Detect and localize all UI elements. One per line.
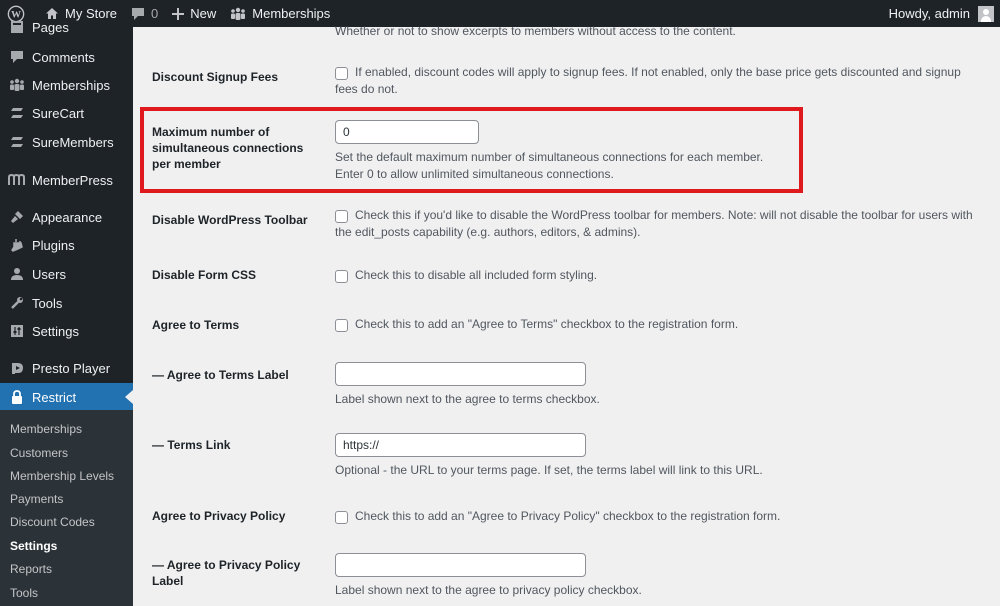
sidebar-item-label: Pages	[32, 19, 69, 35]
memberships-label: Memberships	[252, 6, 331, 21]
memberships-group-icon	[231, 7, 246, 20]
submenu-item-tools[interactable]: Tools	[10, 586, 38, 600]
agree-terms-description: Check this to add an "Agree to Terms" ch…	[355, 317, 739, 331]
new-content-button[interactable]: New	[165, 0, 223, 27]
account-menu[interactable]: Howdy, admin	[882, 0, 1000, 27]
sidebar-item-appearance[interactable]: Appearance	[0, 203, 133, 231]
agree-privacy-label-field-label: — Agree to Privacy Policy Label	[152, 558, 301, 588]
sidebar-item-plugins[interactable]: Plugins	[0, 231, 133, 259]
sidebar-item-comments[interactable]: Comments	[0, 43, 133, 71]
plugins-icon	[0, 238, 30, 252]
sidebar-item-users[interactable]: Users	[0, 260, 133, 288]
submenu-item-payments[interactable]: Payments	[10, 492, 63, 506]
settings-content: Whether or not to show excerpts to membe…	[133, 24, 1000, 606]
sidebar-item-memberpress[interactable]: MemberPress	[0, 166, 133, 194]
new-label: New	[190, 6, 217, 21]
restrict-submenu: Memberships Customers Membership Levels …	[0, 410, 133, 606]
disable-form-css-description: Check this to disable all included form …	[355, 268, 598, 282]
wrench-icon	[0, 296, 30, 310]
sidebar-item-label: Comments	[32, 49, 95, 65]
greeting: Howdy, admin	[888, 6, 970, 21]
sidebar-item-label: MemberPress	[32, 172, 113, 188]
plus-icon	[172, 7, 185, 20]
avatar	[978, 5, 994, 22]
submenu-item-membership-levels[interactable]: Membership Levels	[10, 469, 114, 483]
max-connections-description-2: Enter 0 to allow unlimited simultaneous …	[335, 167, 614, 181]
agree-terms-label-description: Label shown next to the agree to terms c…	[335, 392, 600, 406]
sidebar-item-settings[interactable]: Settings	[0, 317, 133, 345]
appearance-icon	[0, 210, 30, 224]
discount-signup-fees-label: Discount Signup Fees	[152, 70, 279, 84]
agree-privacy-label: Agree to Privacy Policy	[152, 509, 286, 523]
submenu-item-customers[interactable]: Customers	[10, 446, 68, 460]
sidebar-item-surecart[interactable]: SureCart	[0, 99, 133, 127]
suremembers-icon	[0, 136, 30, 148]
max-connections-description-1: Set the default maximum number of simult…	[335, 150, 764, 164]
sidebar-item-label: Presto Player	[32, 360, 111, 376]
presto-player-icon	[0, 361, 30, 375]
users-icon	[0, 267, 30, 281]
comments-count: 0	[151, 6, 159, 21]
agree-privacy-checkbox[interactable]	[335, 511, 348, 524]
sidebar-item-tools[interactable]: Tools	[0, 289, 133, 317]
agree-privacy-description: Check this to add an "Agree to Privacy P…	[355, 509, 781, 523]
settings-sliders-icon	[0, 324, 30, 338]
disable-form-css-label: Disable Form CSS	[152, 268, 257, 282]
comments-icon	[0, 50, 30, 64]
sidebar-item-restrict[interactable]: Restrict	[0, 383, 133, 411]
surecart-icon	[0, 107, 30, 119]
sidebar-item-label: Plugins	[32, 237, 75, 253]
pages-icon	[0, 20, 30, 34]
submenu-item-memberships[interactable]: Memberships	[10, 422, 82, 436]
agree-terms-label-field-label: — Agree to Terms Label	[152, 368, 289, 382]
excerpts-description: Whether or not to show excerpts to membe…	[335, 24, 736, 38]
disable-form-css-checkbox[interactable]	[335, 270, 348, 283]
sidebar-item-label: SureMembers	[32, 134, 114, 150]
agree-terms-label: Agree to Terms	[152, 318, 240, 332]
max-connections-label: Maximum number of simultaneous connectio…	[152, 125, 304, 171]
lock-icon	[0, 390, 30, 404]
submenu-item-discount-codes[interactable]: Discount Codes	[10, 515, 95, 529]
agree-terms-checkbox[interactable]	[335, 319, 348, 332]
sidebar-item-pages[interactable]: Pages	[0, 13, 133, 41]
admin-sidebar: Pages Comments Memberships SureCart Sure…	[0, 20, 133, 606]
sidebar-item-label: Tools	[32, 295, 63, 311]
memberpress-icon	[0, 174, 30, 186]
sidebar-item-label: Restrict	[32, 389, 77, 405]
agree-privacy-label-input[interactable]	[335, 553, 586, 577]
agree-privacy-label-description: Label shown next to the agree to privacy…	[335, 583, 642, 597]
memberships-icon	[0, 78, 30, 92]
sidebar-item-label: Memberships	[32, 77, 111, 93]
agree-terms-label-input[interactable]	[335, 362, 586, 386]
submenu-item-settings[interactable]: Settings	[10, 539, 57, 553]
sidebar-item-suremembers[interactable]: SureMembers	[0, 128, 133, 156]
terms-link-label: — Terms Link	[152, 438, 231, 452]
comment-bubble-icon	[132, 7, 145, 20]
submenu-item-reports[interactable]: Reports	[10, 562, 52, 576]
sidebar-item-presto-player[interactable]: Presto Player	[0, 354, 133, 382]
terms-link-description: Optional - the URL to your terms page. I…	[335, 463, 763, 477]
sidebar-item-label: Settings	[32, 323, 79, 339]
sidebar-item-memberships[interactable]: Memberships	[0, 71, 133, 99]
memberships-link[interactable]: Memberships	[223, 0, 337, 27]
sidebar-item-label: Users	[32, 266, 66, 282]
sidebar-item-label: Appearance	[32, 209, 103, 225]
sidebar-item-label: SureCart	[32, 105, 85, 121]
disable-toolbar-description: Check this if you'd like to disable the …	[335, 208, 973, 239]
disable-toolbar-label: Disable WordPress Toolbar	[152, 213, 308, 227]
terms-link-input[interactable]	[335, 433, 586, 457]
max-connections-input[interactable]	[335, 120, 479, 144]
discount-signup-fees-description: If enabled, discount codes will apply to…	[335, 65, 961, 96]
